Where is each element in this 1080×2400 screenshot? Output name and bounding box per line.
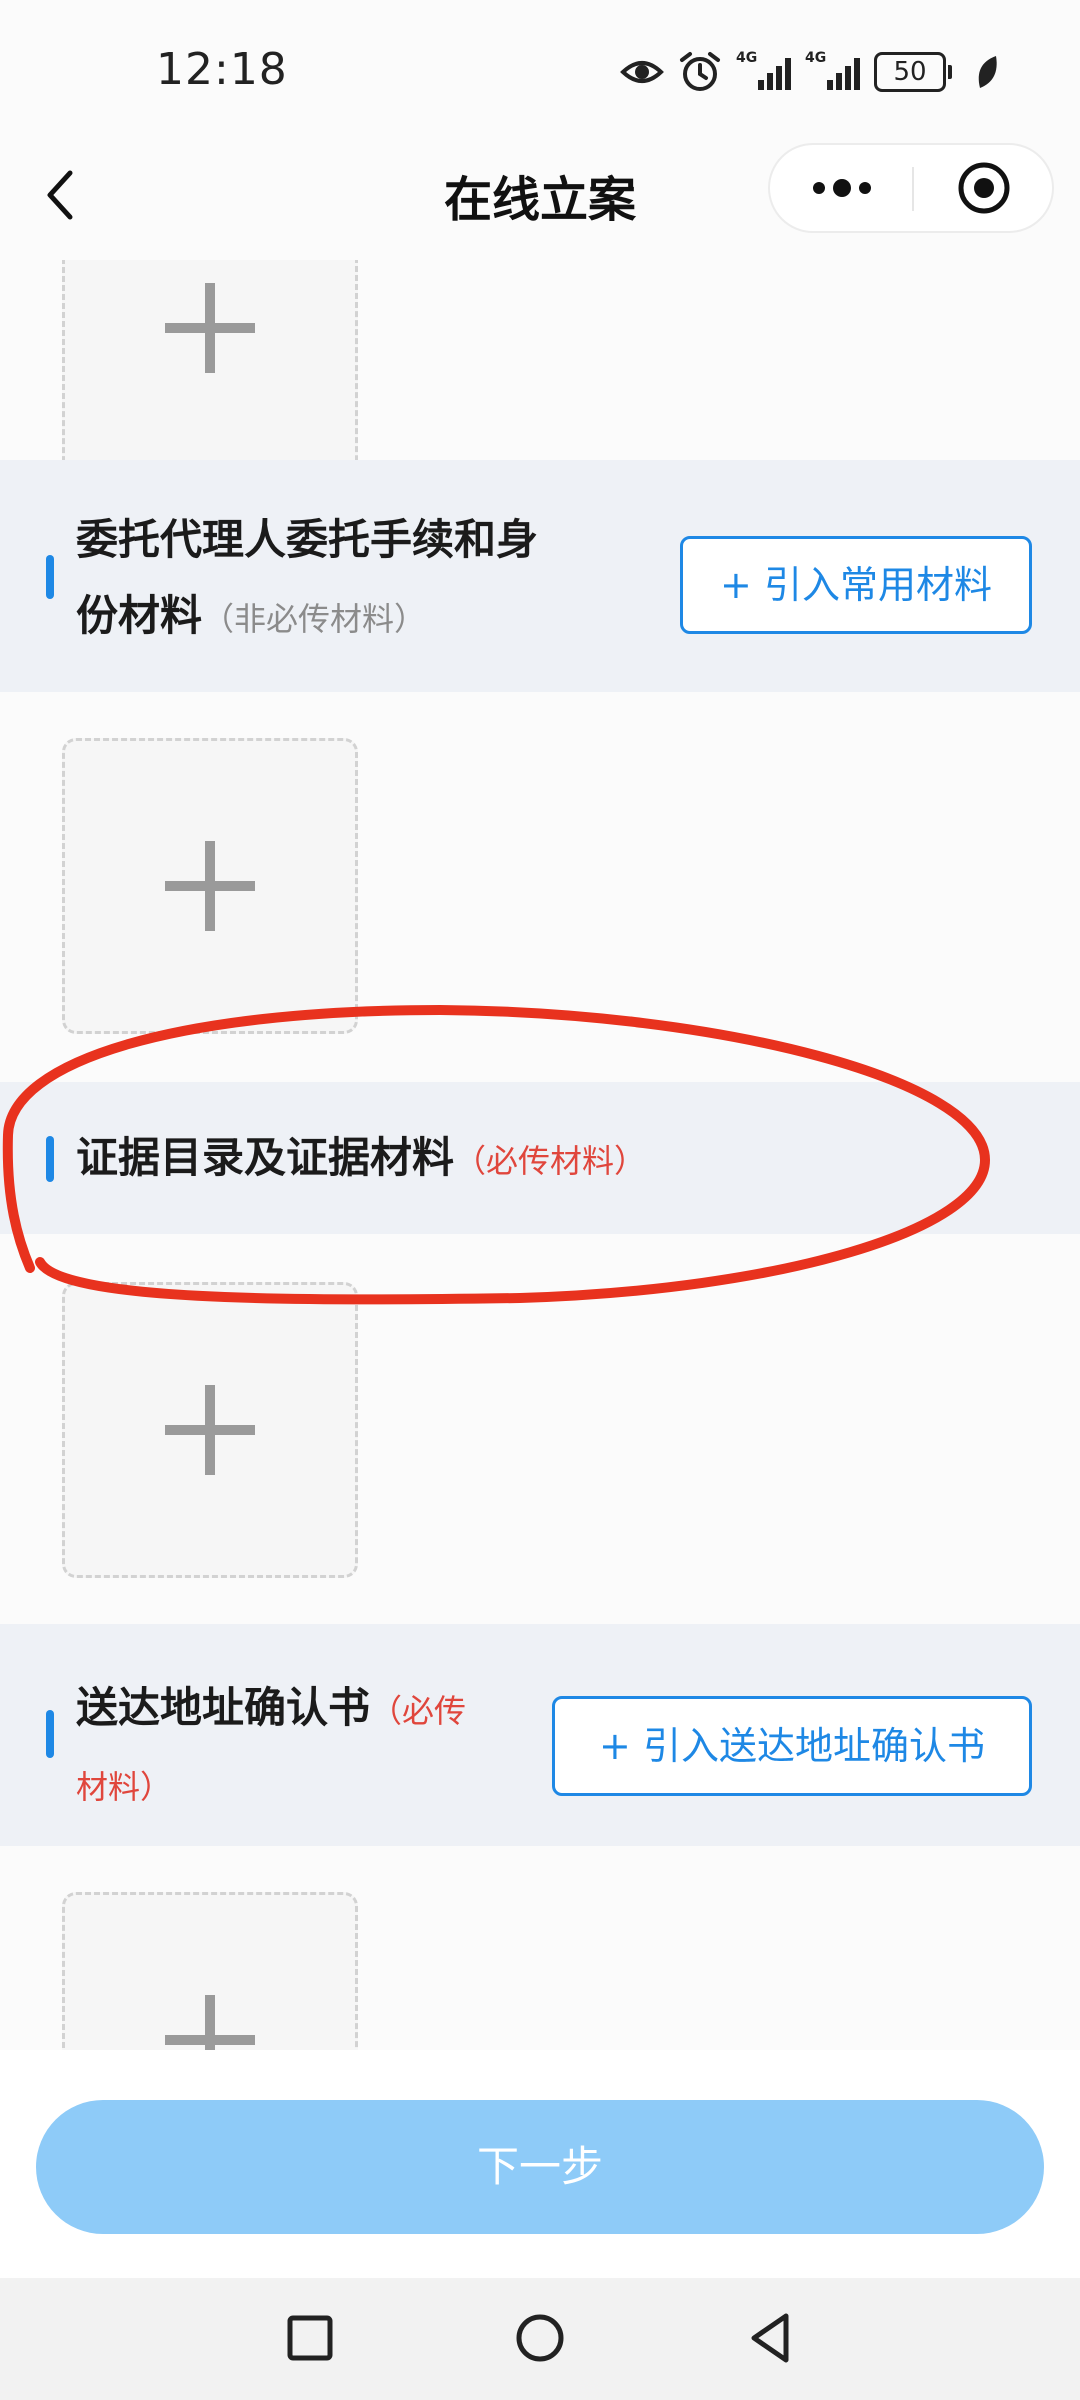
status-bar: 12:18 4G 4G 50 — [0, 0, 1080, 130]
network-label: 4G — [805, 50, 827, 66]
section-accent-bar — [46, 555, 54, 599]
import-common-materials-button[interactable]: + 引入常用材料 — [680, 536, 1032, 634]
screen: 12:18 4G 4G 50 在线立案 委托代理人委托手续和身 份材料（非必传材… — [0, 0, 1080, 2400]
section-title: 委托代理人委托手续和身 份材料（非必传材料） — [76, 502, 538, 657]
more-icon — [812, 179, 871, 197]
close-miniprogram-button[interactable] — [913, 145, 1054, 231]
footer: 下一步 — [0, 2050, 1080, 2278]
eye-icon — [620, 61, 664, 83]
target-icon — [958, 162, 1009, 214]
section-title-line: 份材料（非必传材料） — [76, 578, 538, 657]
section-title-text: 送达地址确认书 — [76, 1683, 371, 1732]
plus-icon — [165, 283, 255, 373]
section-title-line: 委托代理人委托手续和身 — [76, 515, 539, 564]
section-title-text: 份材料 — [76, 591, 203, 640]
more-button[interactable] — [770, 145, 913, 231]
signal-icon: 4G — [805, 50, 860, 90]
required-note: （必传 — [370, 1692, 467, 1730]
section-accent-bar — [46, 1136, 54, 1182]
upload-box[interactable] — [62, 1282, 358, 1578]
plus-icon — [165, 1995, 255, 2050]
upload-box[interactable] — [62, 738, 358, 1034]
section-evidence: 证据目录及证据材料（必传材料） — [0, 1082, 1080, 1234]
section-agent-materials: 委托代理人委托手续和身 份材料（非必传材料） + 引入常用材料 — [0, 460, 1080, 692]
required-note: 材料） — [76, 1768, 173, 1806]
next-step-button[interactable]: 下一步 — [36, 2100, 1044, 2234]
form-content: 委托代理人委托手续和身 份材料（非必传材料） + 引入常用材料 证据目录及证据材… — [0, 260, 1080, 2050]
section-title-line: 送达地址确认书（必传 — [76, 1670, 536, 1749]
network-label: 4G — [736, 50, 758, 66]
section-title: 证据目录及证据材料（必传材料） — [76, 1120, 646, 1199]
section-accent-bar — [46, 1710, 54, 1758]
plus-icon — [165, 1385, 255, 1475]
upload-box[interactable] — [62, 1892, 358, 2050]
alarm-icon — [680, 52, 720, 91]
upload-box[interactable] — [62, 260, 358, 476]
section-title-text: 证据目录及证据材料 — [76, 1133, 455, 1182]
status-time: 12:18 — [156, 44, 288, 95]
section-title: 送达地址确认书（必传 材料） — [76, 1670, 536, 1825]
optional-note: （非必传材料） — [202, 600, 427, 638]
back-nav-icon[interactable] — [740, 2306, 804, 2370]
battery-icon: 50 — [874, 52, 952, 92]
plus-icon — [165, 841, 255, 931]
system-nav-bar — [0, 2278, 1080, 2400]
required-note: （必传材料） — [454, 1142, 647, 1180]
signal-icon: 4G — [736, 50, 791, 90]
home-icon[interactable] — [508, 2306, 572, 2370]
import-address-confirmation-button[interactable]: + 引入送达地址确认书 — [552, 1696, 1032, 1796]
battery-level: 50 — [874, 52, 946, 92]
miniprogram-capsule — [768, 143, 1054, 233]
section-service-address: 送达地址确认书（必传 材料） + 引入送达地址确认书 — [0, 1624, 1080, 1846]
recent-apps-icon[interactable] — [278, 2306, 342, 2370]
nav-bar: 在线立案 — [0, 130, 1080, 260]
status-icons: 4G 4G 50 — [620, 48, 1010, 96]
leaf-icon — [978, 56, 997, 88]
